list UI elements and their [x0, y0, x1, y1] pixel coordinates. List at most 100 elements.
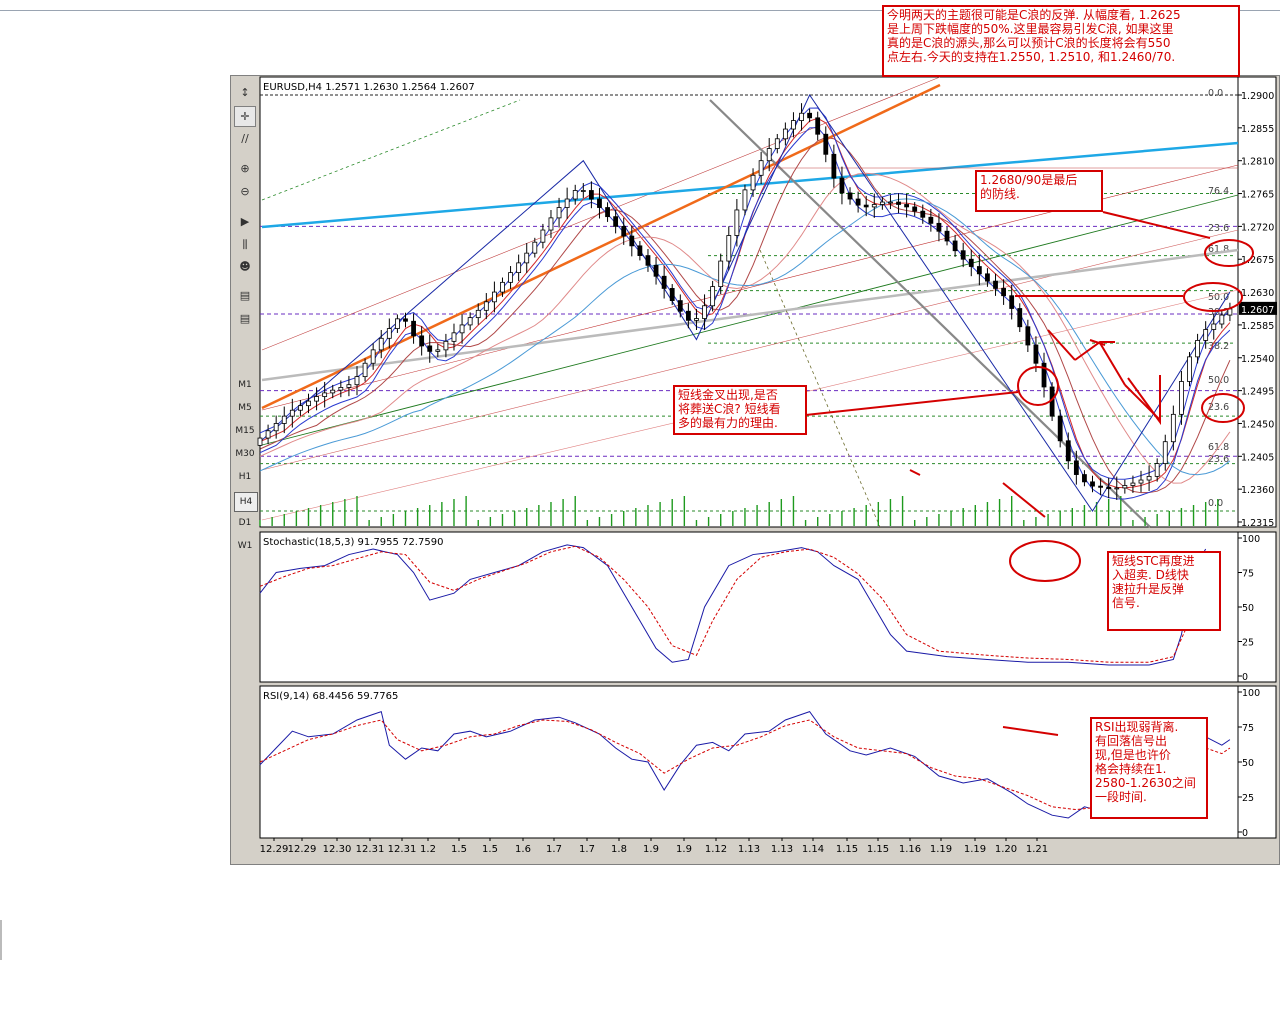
candle-body [475, 309, 481, 319]
candle-body [1203, 329, 1209, 341]
candle-body [637, 245, 643, 256]
note-line: 格会持续在1. [1095, 762, 1167, 776]
note-line: 有回落信号出 [1095, 734, 1168, 748]
candle-body [1106, 486, 1112, 489]
x-tick-label: 1.13 [771, 844, 793, 855]
y-tick-label: 1.2540 [1241, 354, 1274, 365]
candle-body [427, 345, 433, 352]
candle-body [403, 318, 408, 322]
candle-body [1130, 482, 1136, 486]
candle-body [1146, 475, 1152, 481]
x-tick-label: 12.30 [323, 844, 352, 855]
golden-cross-note: 短线金叉出现,是否 将葬送C浪? 短线看 多的最有力的理由. [673, 385, 807, 435]
candle-body [976, 266, 982, 275]
candle-body [395, 318, 400, 329]
note-line: 信号. [1112, 596, 1140, 610]
candle-body [653, 264, 659, 277]
y-tick-label: 75 [1242, 723, 1254, 734]
candle-body [281, 415, 287, 424]
x-tick-label: 1.2 [420, 844, 436, 855]
x-tick-label: 12.29 [260, 844, 289, 855]
y-tick-label: 1.2450 [1241, 419, 1274, 430]
candle-body [322, 392, 328, 397]
candle-body [952, 240, 958, 252]
candle-body [467, 317, 473, 326]
x-tick-label: 1.7 [579, 844, 595, 855]
candle-body [855, 198, 861, 206]
candle-body [370, 349, 376, 364]
candle-body [661, 275, 667, 289]
note-line: 是上周下跌幅度的50%.这里最容易引发C浪, 如果这里 [887, 22, 1174, 36]
candle-body [257, 437, 263, 446]
note-line: 短线STC再度进 [1112, 554, 1195, 568]
x-tick-label: 1.14 [802, 844, 824, 855]
candle-body [669, 288, 675, 301]
main-chart-title: EURUSD,H4 1.2571 1.2630 1.2564 1.2607 [263, 82, 475, 93]
x-tick-label: 1.21 [1026, 844, 1048, 855]
candle-body [1082, 474, 1087, 483]
candle-body [1073, 460, 1079, 475]
y-tick-label: 1.2315 [1241, 518, 1274, 529]
note-line: 的防线. [980, 187, 1020, 201]
candle-body [1033, 344, 1039, 364]
candle-body [839, 177, 845, 194]
candle-body [710, 286, 716, 307]
x-tick-label: 12.31 [388, 844, 417, 855]
candle-body [613, 216, 619, 227]
x-tick-label: 1.15 [867, 844, 889, 855]
candle-body [1090, 481, 1095, 487]
candle-body [330, 389, 336, 394]
candle-body [572, 190, 578, 200]
candle-body [298, 405, 303, 411]
candle-body [508, 272, 513, 283]
defense-line-note: 1.2680/90是最后 的防线. [975, 170, 1103, 212]
candle-body [386, 328, 392, 339]
candle-body [532, 241, 538, 254]
candle-body [734, 209, 740, 236]
candle-body [1219, 314, 1225, 325]
y-tick-label: 25 [1242, 638, 1254, 649]
candle-body [718, 260, 724, 288]
candle-body [799, 112, 804, 121]
candle-body [993, 280, 998, 289]
candle-body [766, 148, 772, 162]
candle-body [1187, 356, 1192, 382]
note-line: 现,但是也许价 [1095, 748, 1171, 762]
candle-body [863, 204, 869, 208]
candle-body [338, 387, 344, 391]
candle-body [782, 128, 788, 140]
candle-body [920, 210, 926, 218]
chart-canvas: 1.2900 1.2855 1.2810 1.2765 1.2720 1.2675 1.26… [257, 76, 1277, 855]
candle-body [904, 204, 910, 208]
note-line: 真的是C浪的源头,那么可以预计C浪的长度将会有550 [887, 36, 1171, 50]
y-tick-label: 0 [1242, 672, 1248, 683]
candle-body [742, 189, 748, 211]
y-tick-label: 1.2585 [1241, 321, 1274, 332]
y-tick-label: 1.2810 [1241, 157, 1274, 168]
candle-body [928, 216, 934, 224]
candle-body [1001, 288, 1007, 297]
y-tick-label: 1.2405 [1241, 452, 1274, 463]
y-tick-label: 1.2495 [1241, 387, 1274, 398]
candle-body [1057, 415, 1063, 442]
candle-body [1162, 441, 1168, 465]
x-tick-label: 1.8 [611, 844, 627, 855]
x-tick-label: 1.6 [515, 844, 531, 855]
candle-body [605, 207, 610, 218]
y-tick-label: 100 [1242, 534, 1260, 545]
fib-label: 23.6 [1208, 223, 1229, 234]
candle-body [443, 340, 449, 351]
x-tick-label: 1.12 [705, 844, 727, 855]
candle-body [1065, 440, 1071, 462]
x-tick-label: 1.19 [964, 844, 986, 855]
y-tick-label: 25 [1242, 793, 1254, 804]
candle-body [435, 349, 441, 352]
fib-label: 50.0 [1208, 375, 1229, 386]
candle-body [685, 310, 691, 321]
candle-body [807, 112, 813, 119]
y-tick-label: 1.2630 [1241, 288, 1274, 299]
candle-body [588, 190, 594, 200]
candle-body [823, 133, 829, 155]
candle-body [459, 324, 465, 334]
y-tick-label: 1.2675 [1241, 255, 1274, 266]
